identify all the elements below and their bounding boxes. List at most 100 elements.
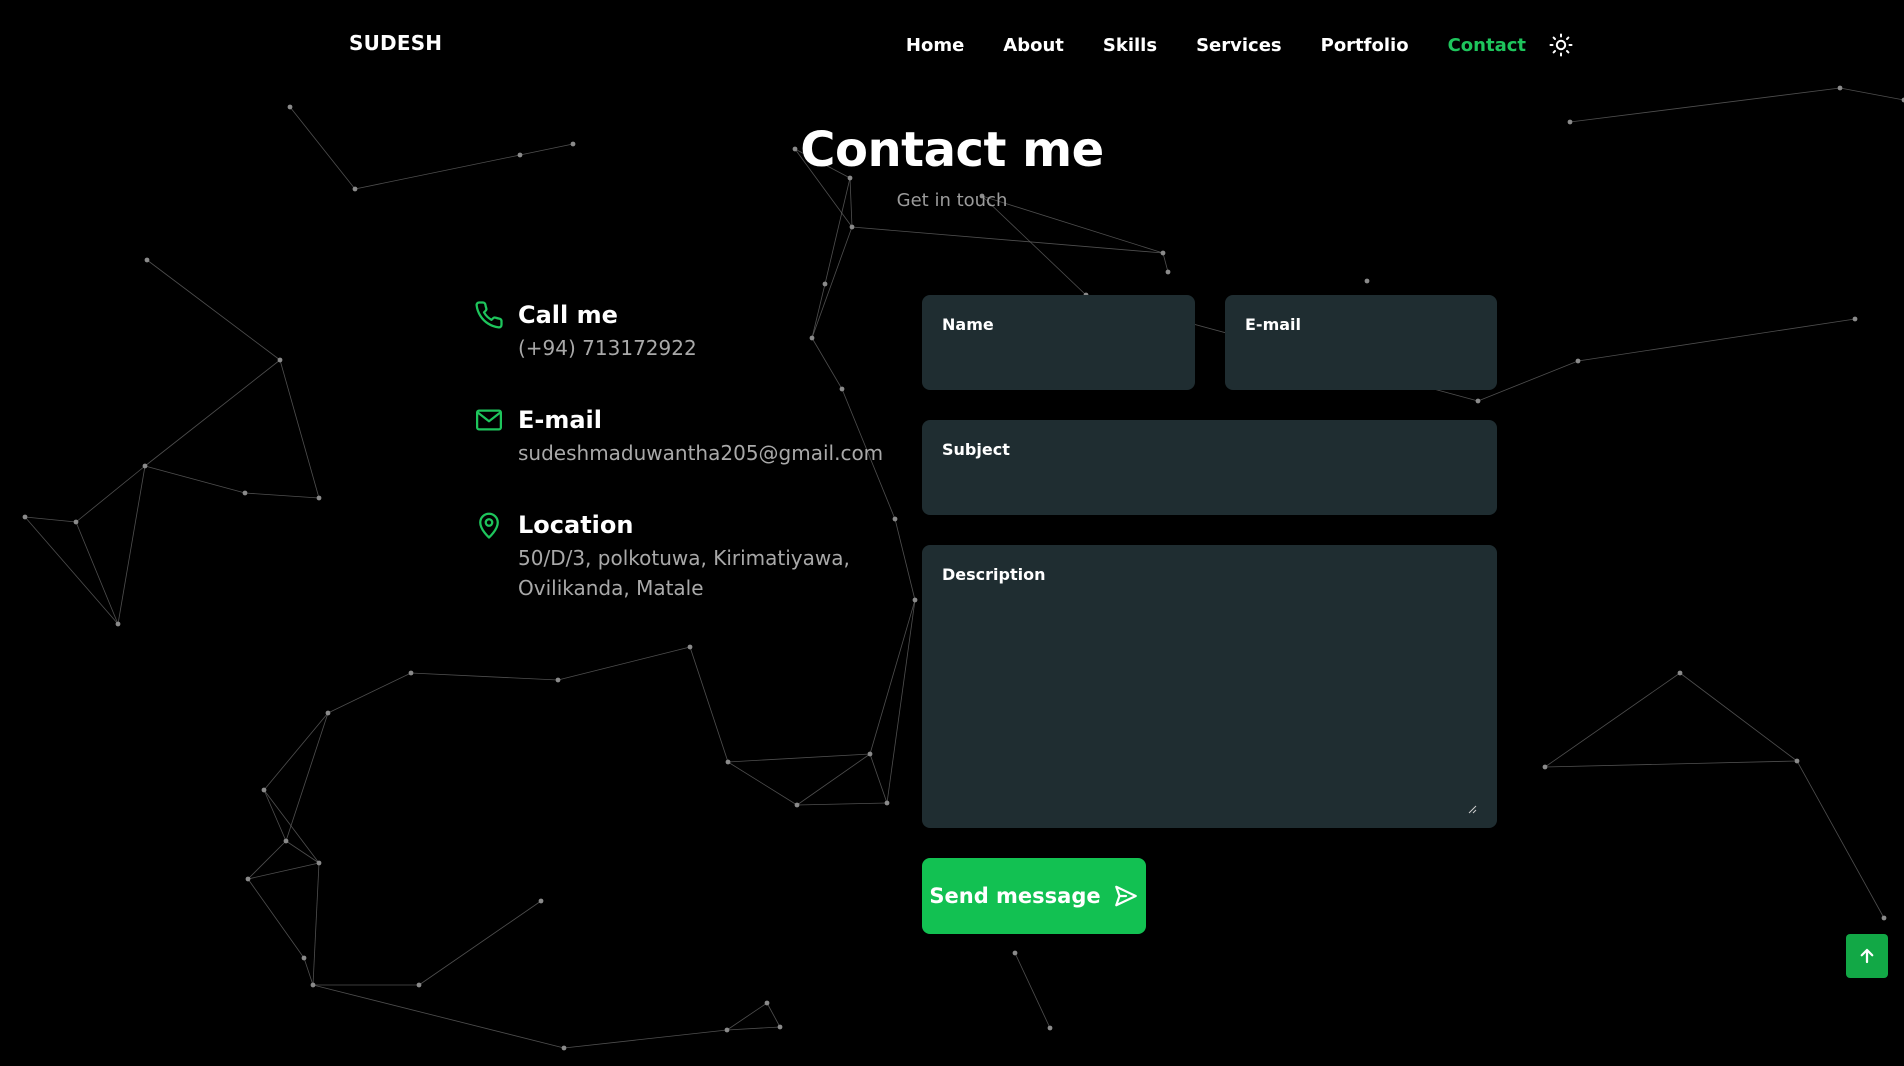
subject-input[interactable] <box>942 465 1477 484</box>
email-field[interactable]: E-mail <box>1225 295 1497 390</box>
description-textarea[interactable] <box>942 590 1477 761</box>
network-node <box>538 898 544 904</box>
network-link <box>285 840 320 864</box>
sun-icon <box>1549 33 1573 57</box>
resize-handle-icon[interactable] <box>1467 804 1477 814</box>
network-node <box>912 597 918 603</box>
network-link <box>811 337 843 390</box>
network-link <box>557 646 691 681</box>
network-link <box>894 518 916 601</box>
location-pin-icon <box>479 512 499 539</box>
network-link <box>726 1002 768 1031</box>
network-link <box>1544 760 1798 768</box>
subject-field[interactable]: Subject <box>922 420 1497 515</box>
network-node <box>849 224 855 230</box>
network-node <box>764 1000 770 1006</box>
arrow-up-icon <box>1860 948 1874 964</box>
network-node <box>809 335 815 341</box>
network-node <box>325 710 331 716</box>
scroll-up-button[interactable] <box>1846 934 1888 978</box>
network-link <box>1569 87 1841 123</box>
email-label: E-mail <box>1245 315 1302 334</box>
network-node <box>892 516 898 522</box>
send-icon <box>1114 885 1137 907</box>
network-link <box>811 226 853 339</box>
name-field[interactable]: Name <box>922 295 1195 390</box>
contact-info-value-line-1: 50/D/3, polkotuwa, Kirimatiyawa, <box>518 546 850 570</box>
network-node <box>561 1045 567 1051</box>
contact-info-title: E-mail <box>518 406 603 434</box>
contact-info-title: Call me <box>518 301 618 329</box>
network-link <box>1679 672 1798 762</box>
nav-portfolio[interactable]: Portfolio <box>1321 35 1409 56</box>
brand-logo[interactable]: SUDESH <box>349 31 442 55</box>
main-nav: Home About Skills Services Portfolio Con… <box>867 30 1574 60</box>
network-node <box>1364 278 1370 284</box>
network-node <box>277 357 283 363</box>
network-link <box>312 984 565 1049</box>
network-link <box>285 712 329 842</box>
network-link <box>303 957 314 986</box>
network-node <box>1794 758 1800 764</box>
network-node <box>22 514 28 520</box>
network-link <box>144 359 281 467</box>
network-node <box>142 463 148 469</box>
network-link <box>327 672 412 714</box>
name-input[interactable] <box>942 340 1175 359</box>
contact-info-value-line-2: Ovilikanda, Matale <box>518 576 704 600</box>
contact-page: SUDESH Home About Skills Services Portfo… <box>0 0 1904 1066</box>
network-link <box>312 862 320 986</box>
network-node <box>316 495 322 501</box>
network-node <box>1881 915 1887 921</box>
network-link <box>75 521 119 625</box>
network-node <box>1852 316 1858 322</box>
subject-label: Subject <box>942 440 1010 459</box>
name-label: Name <box>942 315 994 334</box>
network-link <box>1577 318 1856 362</box>
network-link <box>1796 760 1885 919</box>
nav-services[interactable]: Services <box>1196 35 1282 56</box>
contact-info-title: Location <box>518 511 634 539</box>
contact-info-email: E-mail sudeshmaduwantha205@gmail.com <box>474 405 883 468</box>
network-node <box>867 751 873 757</box>
section-subtitle: Get in touch <box>896 190 1008 211</box>
nav-about[interactable]: About <box>1003 35 1064 56</box>
network-link <box>1162 252 1169 273</box>
network-node <box>1542 764 1548 770</box>
description-field[interactable]: Description <box>922 545 1497 828</box>
network-link <box>24 516 77 523</box>
network-link <box>247 840 287 880</box>
network-node <box>301 955 307 961</box>
network-node <box>1475 398 1481 404</box>
network-node <box>283 838 289 844</box>
network-node <box>687 644 693 650</box>
network-node <box>261 787 267 793</box>
phone-icon <box>475 301 503 329</box>
nav-skills[interactable]: Skills <box>1103 35 1157 56</box>
network-node <box>310 982 316 988</box>
network-link <box>263 712 329 791</box>
network-node <box>1575 358 1581 364</box>
email-input[interactable] <box>1245 340 1477 359</box>
network-link <box>75 465 146 523</box>
network-link <box>244 492 320 499</box>
contact-info-value: sudeshmaduwantha205@gmail.com <box>518 441 884 465</box>
network-node <box>839 386 845 392</box>
network-link <box>418 900 542 986</box>
network-link <box>886 599 916 804</box>
network-link <box>263 789 320 864</box>
network-link <box>726 1026 781 1031</box>
network-link <box>869 599 916 755</box>
contact-info-location: Location 50/D/3, polkotuwa, Kirimatiyawa… <box>474 510 850 603</box>
theme-toggle-button[interactable] <box>1548 32 1574 58</box>
network-link <box>410 672 559 681</box>
network-link <box>263 789 287 842</box>
send-message-button[interactable]: Send message <box>922 858 1146 934</box>
network-node <box>1012 950 1018 956</box>
network-node <box>316 860 322 866</box>
network-node <box>416 982 422 988</box>
nav-contact[interactable]: Contact <box>1448 35 1526 56</box>
network-node <box>73 519 79 525</box>
network-node <box>822 281 828 287</box>
nav-home[interactable]: Home <box>906 35 964 56</box>
